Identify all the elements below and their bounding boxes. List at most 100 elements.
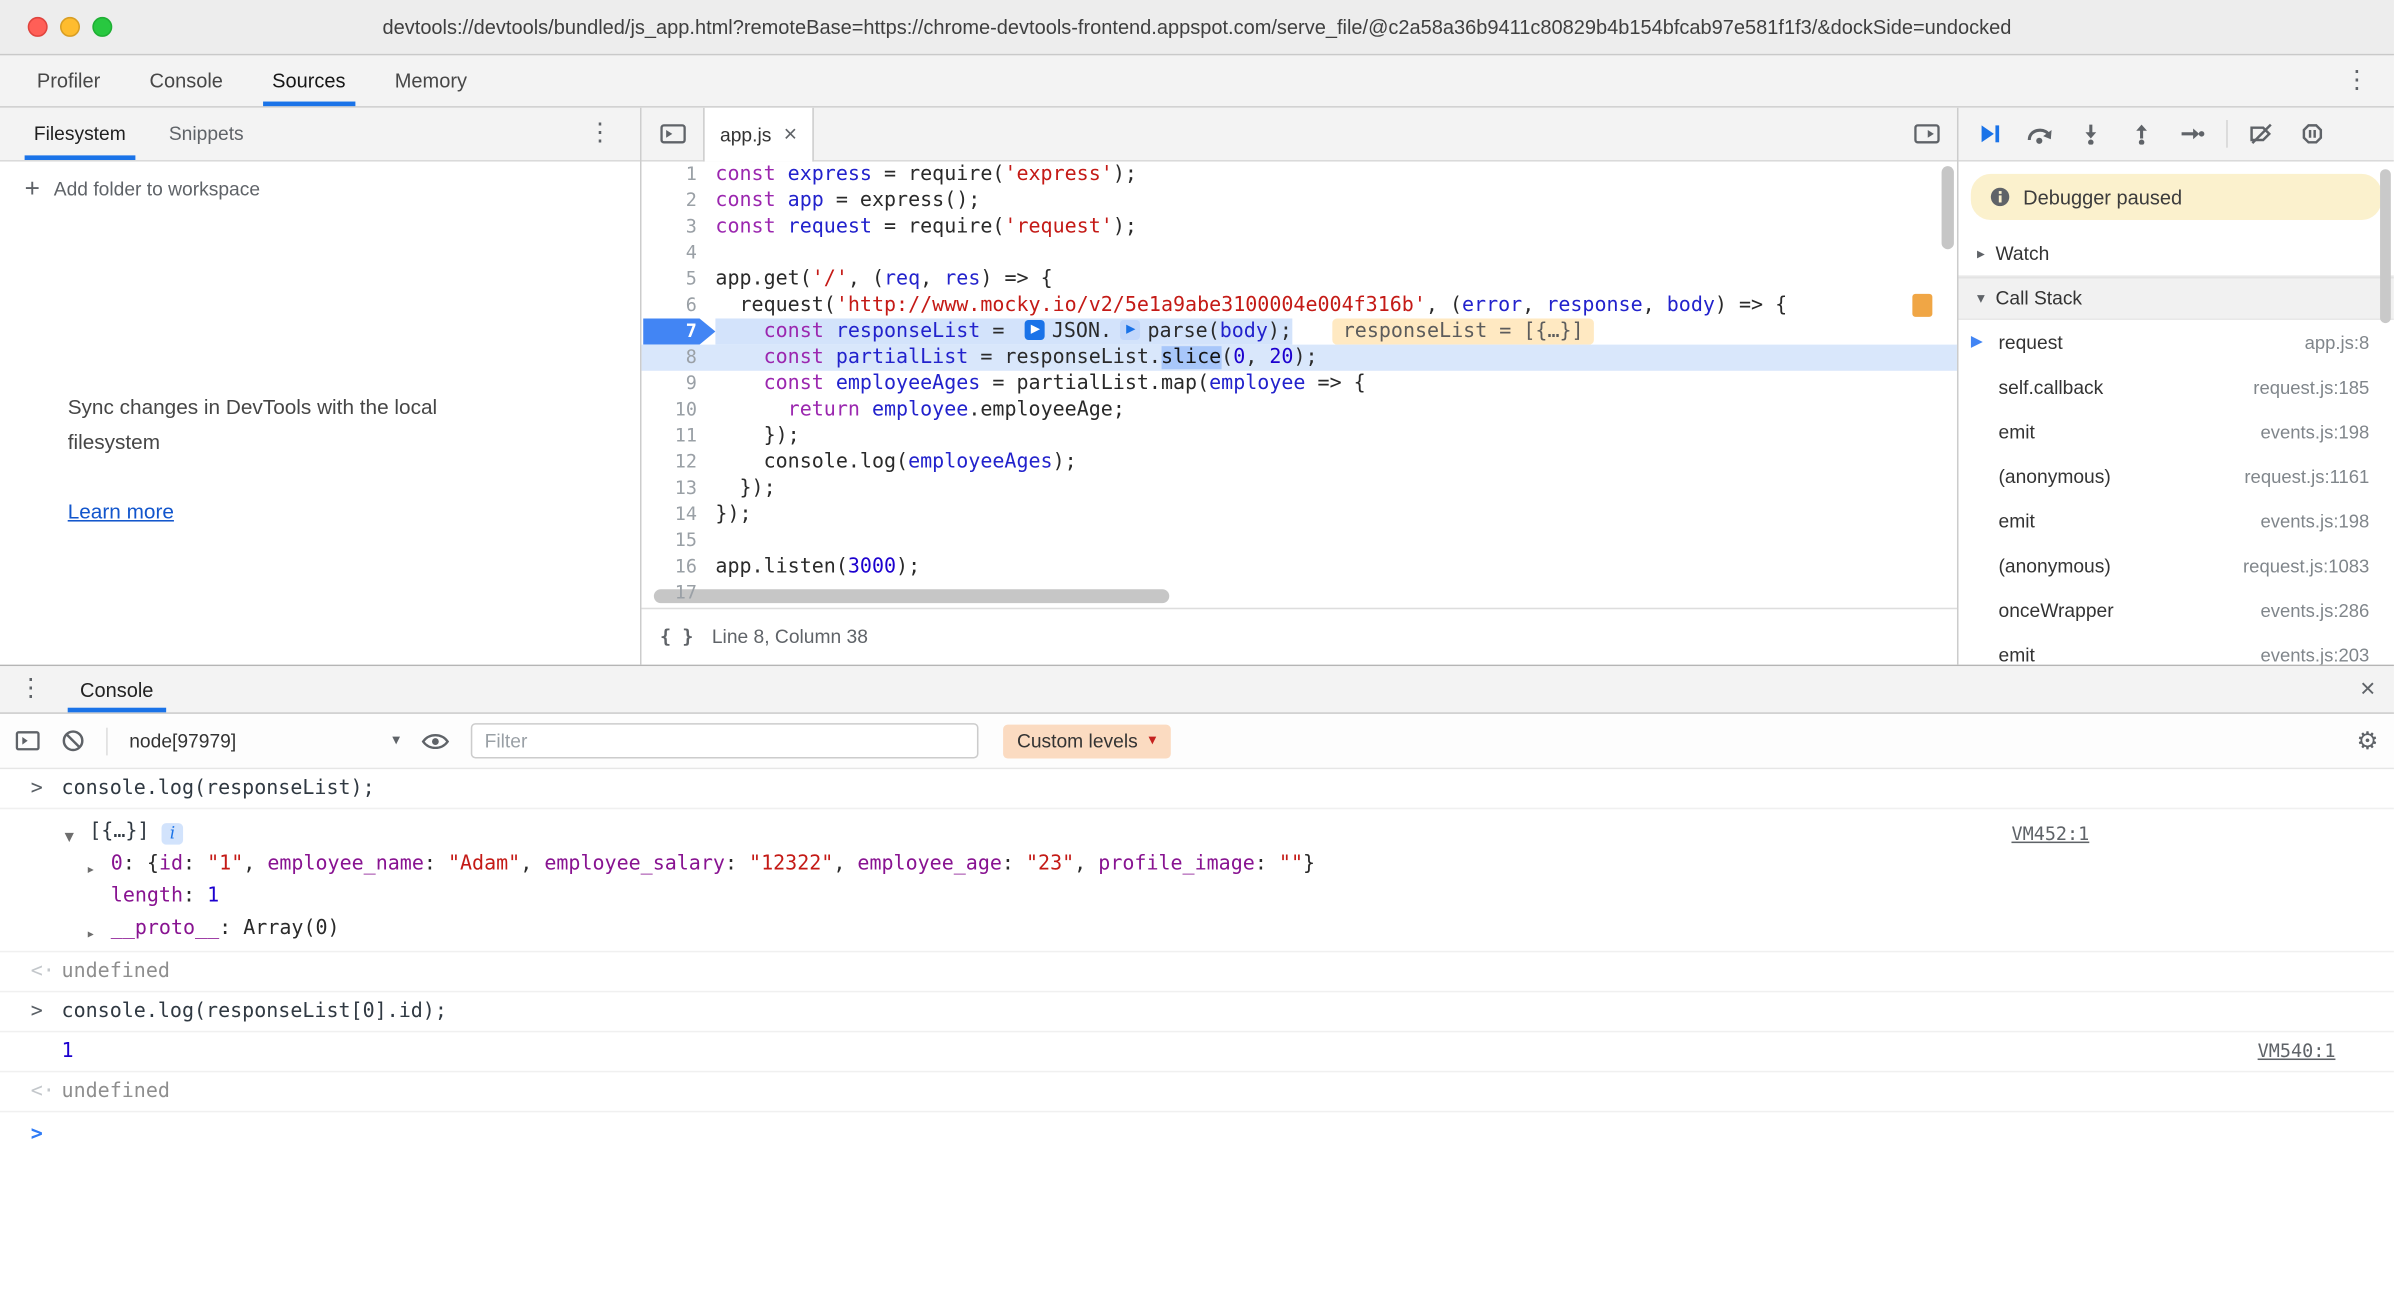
line-number[interactable]: 6	[642, 292, 716, 318]
disclosure-triangle-icon[interactable]: ▸	[86, 918, 95, 950]
tab-sources[interactable]: Sources	[248, 55, 371, 106]
line-number[interactable]: 14	[642, 502, 716, 528]
source-link[interactable]: VM452:1	[2011, 818, 2089, 850]
close-drawer-icon[interactable]: ×	[2360, 674, 2375, 705]
step-into-button[interactable]	[2071, 114, 2111, 154]
code-line-3[interactable]: 3const request = require('request');	[642, 214, 1957, 240]
line-number[interactable]: 16	[642, 554, 716, 580]
file-tab-appjs[interactable]: app.js ×	[703, 108, 814, 162]
call-stack-frame[interactable]: emitevents.js:203	[1959, 632, 2394, 664]
code-line-8[interactable]: 8 const partialList = responseList.slice…	[642, 345, 1957, 371]
object-property-row[interactable]: length: 1	[0, 880, 2148, 912]
main-menu-kebab-icon[interactable]: ⋮	[2345, 69, 2370, 94]
line-number[interactable]: 13	[642, 475, 716, 501]
line-number[interactable]: 10	[642, 397, 716, 423]
code-line-2[interactable]: 2const app = express();	[642, 188, 1957, 214]
line-number[interactable]: 11	[642, 423, 716, 449]
frame-location[interactable]: events.js:203	[2260, 644, 2369, 665]
pretty-print-icon[interactable]: { }	[660, 626, 693, 648]
code-line-5[interactable]: 5app.get('/', (req, res) => {	[642, 266, 1957, 292]
frame-location[interactable]: events.js:198	[2260, 510, 2369, 532]
line-number[interactable]: 3	[642, 214, 716, 240]
code-line-9[interactable]: 9 const employeeAges = partialList.map(e…	[642, 371, 1957, 397]
call-stack-frame[interactable]: onceWrapperevents.js:286	[1959, 588, 2394, 633]
drawer-menu-kebab-icon[interactable]: ⋮	[18, 677, 43, 702]
drawer-tab-console[interactable]: Console	[68, 666, 166, 712]
code-line-16[interactable]: 16app.listen(3000);	[642, 554, 1957, 580]
code-line-10[interactable]: 10 return employee.employeeAge;	[642, 397, 1957, 423]
call-stack-frame[interactable]: self.callbackrequest.js:185	[1959, 365, 2394, 410]
line-number[interactable]: 1	[642, 162, 716, 188]
code-editor[interactable]: 1const express = require('express');2con…	[642, 162, 1957, 608]
call-stack-frame[interactable]: emitevents.js:198	[1959, 409, 2394, 454]
clear-console-button[interactable]	[62, 729, 85, 752]
code-line-13[interactable]: 13 });	[642, 475, 1957, 501]
tab-memory[interactable]: Memory	[370, 55, 491, 106]
console-filter-input[interactable]	[471, 723, 979, 758]
execution-context-selector[interactable]: node[97979] ▾	[129, 730, 400, 752]
log-levels-dropdown[interactable]: Custom levels ▾	[1003, 724, 1170, 758]
code-line-11[interactable]: 11 });	[642, 423, 1957, 449]
navigator-kebab-icon[interactable]: ⋮	[588, 122, 613, 147]
frame-location[interactable]: request.js:1083	[2243, 555, 2369, 577]
add-folder-button[interactable]: + Add folder to workspace	[0, 162, 640, 217]
line-number[interactable]: 12	[642, 449, 716, 475]
frame-location[interactable]: events.js:286	[2260, 599, 2369, 621]
tab-profiler[interactable]: Profiler	[12, 55, 125, 106]
horizontal-scrollbar[interactable]	[654, 589, 1169, 603]
tab-console[interactable]: Console	[125, 55, 248, 106]
call-stack-frame[interactable]: (anonymous)request.js:1083	[1959, 543, 2394, 588]
deactivate-breakpoints-button[interactable]	[2242, 114, 2282, 154]
navigator-tab-filesystem[interactable]: Filesystem	[12, 108, 147, 160]
code-line-4[interactable]: 4	[642, 240, 1957, 266]
code-line-6[interactable]: 6 request('http://www.mocky.io/v2/5e1a9a…	[642, 292, 1957, 318]
navigator-tab-snippets[interactable]: Snippets	[147, 108, 265, 160]
code-line-12[interactable]: 12 console.log(employeeAges);	[642, 449, 1957, 475]
toggle-navigator-button[interactable]	[642, 108, 704, 160]
resume-button[interactable]	[1969, 114, 2009, 154]
console-prompt[interactable]: >	[0, 1112, 2394, 1127]
step-over-button[interactable]	[2020, 114, 2060, 154]
pause-on-exceptions-button[interactable]	[2292, 114, 2332, 154]
console-settings-gear-icon[interactable]: ⚙	[2356, 725, 2378, 756]
watch-section-header[interactable]: ▸ Watch	[1959, 232, 2394, 277]
call-stack-frame[interactable]: (anonymous)request.js:1161	[1959, 454, 2394, 499]
devtools-window: devtools://devtools/bundled/js_app.html?…	[0, 0, 2394, 1306]
code-line-7[interactable]: 7 const responseList = JSON.parse(body);…	[642, 318, 1957, 344]
step-out-button[interactable]	[2122, 114, 2162, 154]
live-expression-button[interactable]	[422, 732, 450, 750]
line-number[interactable]: 8	[642, 345, 716, 371]
code-line-1[interactable]: 1const express = require('express');	[642, 162, 1957, 188]
frame-location[interactable]: events.js:198	[2260, 421, 2369, 443]
object-property-row[interactable]: ▸0: {id: "1", employee_name: "Adam", emp…	[0, 848, 2148, 880]
code-line-15[interactable]: 15	[642, 528, 1957, 554]
toggle-debugger-sidebar-button[interactable]	[1895, 108, 1957, 160]
frame-location[interactable]: request.js:185	[2253, 376, 2369, 398]
inline-breakpoint-marker[interactable]	[1120, 320, 1140, 340]
frame-location[interactable]: app.js:8	[2305, 332, 2370, 354]
call-stack-frame[interactable]: ▶requestapp.js:8	[1959, 320, 2394, 365]
object-property-row[interactable]: ▸__proto__: Array(0)	[0, 912, 2148, 944]
line-number[interactable]: 4	[642, 240, 716, 266]
close-tab-icon[interactable]: ×	[784, 122, 797, 148]
code-line-14[interactable]: 14});	[642, 502, 1957, 528]
frame-location[interactable]: request.js:1161	[2244, 465, 2369, 487]
debugger-sidebar: Debugger paused ▸ Watch ▾ Call Stack ▶re…	[1957, 108, 2394, 665]
sidebar-scrollbar[interactable]	[2380, 169, 2391, 323]
line-number[interactable]: 15	[642, 528, 716, 554]
line-number[interactable]: 2	[642, 188, 716, 214]
vertical-scrollbar[interactable]	[1942, 166, 1954, 249]
close-window-button[interactable]	[28, 17, 48, 37]
line-number[interactable]: 7	[642, 318, 716, 344]
minimize-window-button[interactable]	[60, 17, 80, 37]
zoom-window-button[interactable]	[92, 17, 112, 37]
line-number[interactable]: 5	[642, 266, 716, 292]
learn-more-link[interactable]: Learn more	[68, 500, 174, 523]
call-stack-section-header[interactable]: ▾ Call Stack	[1959, 277, 2394, 320]
call-stack-frame[interactable]: emitevents.js:198	[1959, 498, 2394, 543]
show-console-sidebar-button[interactable]	[15, 731, 40, 751]
step-button[interactable]	[2172, 114, 2212, 154]
inline-breakpoint-marker[interactable]	[1024, 320, 1044, 340]
source-link[interactable]: VM540:1	[2258, 1038, 2336, 1064]
line-number[interactable]: 9	[642, 371, 716, 397]
